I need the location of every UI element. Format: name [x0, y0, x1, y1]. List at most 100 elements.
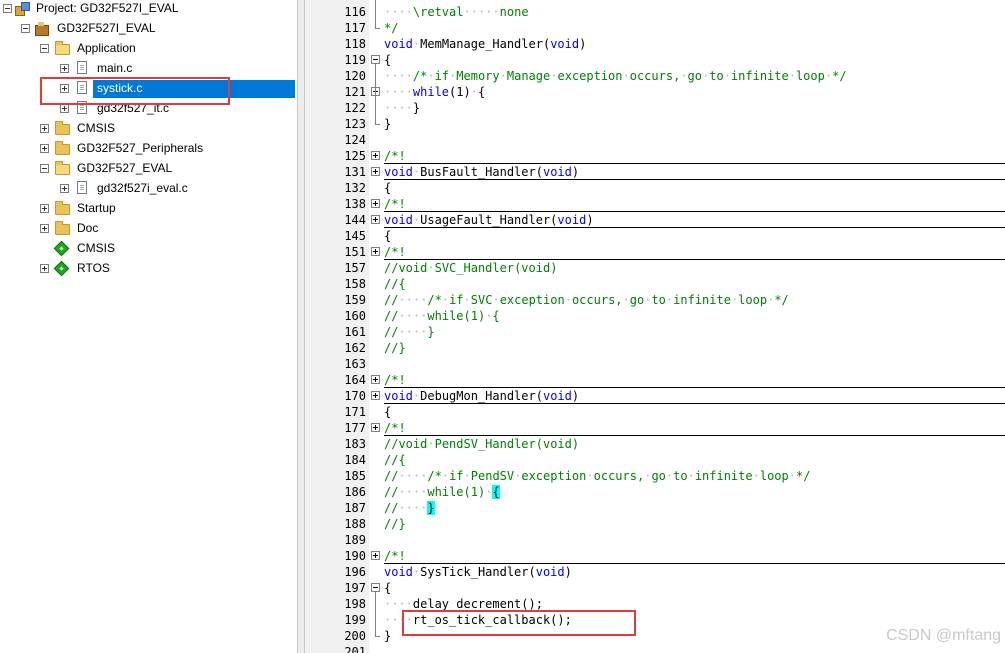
- tree-item-rtos[interactable]: RTOS: [77, 258, 110, 278]
- expand-toggle[interactable]: [40, 144, 49, 153]
- folder-icon: [55, 121, 70, 135]
- code-text: void·BusFault_Handler(void): [384, 165, 580, 179]
- expand-toggle[interactable]: [60, 64, 69, 73]
- code-line[interactable]: 151 /*!: [305, 244, 1005, 260]
- folder-icon: [55, 141, 70, 155]
- line-number: 157: [344, 261, 366, 275]
- fold-expand-icon[interactable]: [371, 551, 380, 560]
- code-line[interactable]: 187 //····}: [305, 500, 1005, 516]
- code-line[interactable]: 189: [305, 532, 1005, 548]
- expand-toggle[interactable]: [60, 184, 69, 193]
- tree-item-eval-group[interactable]: GD32F527_EVAL: [77, 158, 172, 178]
- code-line[interactable]: 131 void·BusFault_Handler(void): [305, 164, 1005, 180]
- code-text: void·UsageFault_Handler(void): [384, 213, 594, 227]
- line-number: 177: [344, 421, 366, 435]
- fold-expand-icon[interactable]: [371, 151, 380, 160]
- expand-toggle[interactable]: [40, 124, 49, 133]
- code-line[interactable]: 123}: [305, 116, 1005, 132]
- expand-toggle[interactable]: [60, 104, 69, 113]
- code-line[interactable]: 144 void·UsageFault_Handler(void): [305, 212, 1005, 228]
- code-line[interactable]: 162 //}: [305, 340, 1005, 356]
- code-line[interactable]: 158 //{: [305, 276, 1005, 292]
- expand-toggle[interactable]: [40, 264, 49, 273]
- code-line[interactable]: 188 //}: [305, 516, 1005, 532]
- code-line[interactable]: 118 void·MemManage_Handler(void): [305, 36, 1005, 52]
- code-line[interactable]: 120 ····/*·if·Memory·Manage·exception·occ…: [305, 68, 1005, 84]
- code-line[interactable]: 125 /*!: [305, 148, 1005, 164]
- code-text: /*!: [384, 245, 406, 259]
- code-text: //····/*·if·PendSV·exception·occurs,·go·…: [384, 469, 811, 483]
- code-line[interactable]: 119 {: [305, 52, 1005, 68]
- code-line[interactable]: 196 void·SysTick_Handler(void): [305, 564, 1005, 580]
- code-line[interactable]: 124: [305, 132, 1005, 148]
- code-text: }: [384, 629, 392, 643]
- tree-item-cmsis-component[interactable]: CMSIS: [77, 238, 115, 258]
- code-line[interactable]: 117 */: [305, 20, 1005, 36]
- fold-expand-icon[interactable]: [371, 391, 380, 400]
- code-text: //{: [384, 453, 406, 467]
- line-number: 151: [344, 245, 366, 259]
- tree-item-cmsis-group[interactable]: CMSIS: [77, 118, 115, 138]
- collapse-toggle[interactable]: [3, 4, 12, 13]
- tree-item-startup[interactable]: Startup: [77, 198, 116, 218]
- tree-item-project-root[interactable]: Project: GD32F527I_EVAL: [36, 0, 179, 18]
- line-number: 158: [344, 277, 366, 291]
- fold-expand-icon[interactable]: [371, 375, 380, 384]
- code-line[interactable]: 116 ····\retval·····none: [305, 4, 1005, 20]
- line-number: 161: [344, 325, 366, 339]
- line-number: 185: [344, 469, 366, 483]
- tree-item-eval-c[interactable]: gd32f527i_eval.c: [97, 178, 188, 198]
- tree-item-application[interactable]: Application: [77, 38, 136, 58]
- line-number: 198: [344, 597, 366, 611]
- expand-toggle[interactable]: [40, 224, 49, 233]
- code-line[interactable]: 157 //void·SVC_Handler(void): [305, 260, 1005, 276]
- code-line[interactable]: 170 void·DebugMon_Handler(void): [305, 388, 1005, 404]
- fold-collapse-icon[interactable]: [371, 55, 380, 64]
- code-text: ····\retval·····none: [384, 5, 529, 19]
- expand-toggle[interactable]: [40, 204, 49, 213]
- code-line[interactable]: 163: [305, 356, 1005, 372]
- code-line[interactable]: 160 //····while(1)·{: [305, 308, 1005, 324]
- fold-expand-icon[interactable]: [371, 199, 380, 208]
- code-line[interactable]: 145 {: [305, 228, 1005, 244]
- code-line[interactable]: 185 //····/*·if·PendSV·exception·occurs,·…: [305, 468, 1005, 484]
- code-line[interactable]: 177 /*!: [305, 420, 1005, 436]
- code-line[interactable]: 171 {: [305, 404, 1005, 420]
- code-line[interactable]: 138 /*!: [305, 196, 1005, 212]
- code-text: //void·SVC_Handler(void): [384, 261, 558, 275]
- line-number: 121: [344, 85, 366, 99]
- code-line[interactable]: 186 //····while(1)·{: [305, 484, 1005, 500]
- code-text: //····/*·if·SVC·exception·occurs,·go·to·…: [384, 293, 789, 307]
- fold-expand-icon[interactable]: [371, 215, 380, 224]
- code-line[interactable]: 161 //····}: [305, 324, 1005, 340]
- collapse-toggle[interactable]: [21, 24, 30, 33]
- code-line[interactable]: 197 {: [305, 580, 1005, 596]
- tree-item-main-c[interactable]: main.c: [97, 58, 132, 78]
- fold-expand-icon[interactable]: [371, 167, 380, 176]
- collapse-toggle[interactable]: [40, 44, 49, 53]
- fold-guide-end: [375, 636, 380, 637]
- code-line[interactable]: 184 //{: [305, 452, 1005, 468]
- tree-item-doc[interactable]: Doc: [77, 218, 98, 238]
- line-number: 183: [344, 437, 366, 451]
- code-text: //}: [384, 341, 406, 355]
- line-number: 184: [344, 453, 366, 467]
- code-line[interactable]: 132 {: [305, 180, 1005, 196]
- panel-splitter[interactable]: [297, 0, 305, 653]
- tree-item-peripherals[interactable]: GD32F527_Peripherals: [77, 138, 203, 158]
- code-line[interactable]: 164 /*!: [305, 372, 1005, 388]
- code-line[interactable]: 159 //····/*·if·SVC·exception·occurs,·go·…: [305, 292, 1005, 308]
- tree-item-target[interactable]: GD32F527I_EVAL: [57, 18, 156, 38]
- code-editor[interactable]: 116 ····\retval·····none 117 */ 118 void·MemM…: [305, 0, 1005, 653]
- code-line[interactable]: 183 //void·PendSV_Handler(void): [305, 436, 1005, 452]
- code-text: void·DebugMon_Handler(void): [384, 389, 580, 403]
- code-line[interactable]: 190 /*!: [305, 548, 1005, 564]
- collapse-toggle[interactable]: [40, 164, 49, 173]
- code-line[interactable]: 121 ····while(1)·{: [305, 84, 1005, 100]
- fold-expand-icon[interactable]: [371, 247, 380, 256]
- fold-collapse-icon[interactable]: [371, 583, 380, 592]
- code-line[interactable]: 122 ····}: [305, 100, 1005, 116]
- fold-expand-icon[interactable]: [371, 423, 380, 432]
- file-icon: [77, 61, 87, 74]
- code-line[interactable]: 201: [305, 644, 1005, 653]
